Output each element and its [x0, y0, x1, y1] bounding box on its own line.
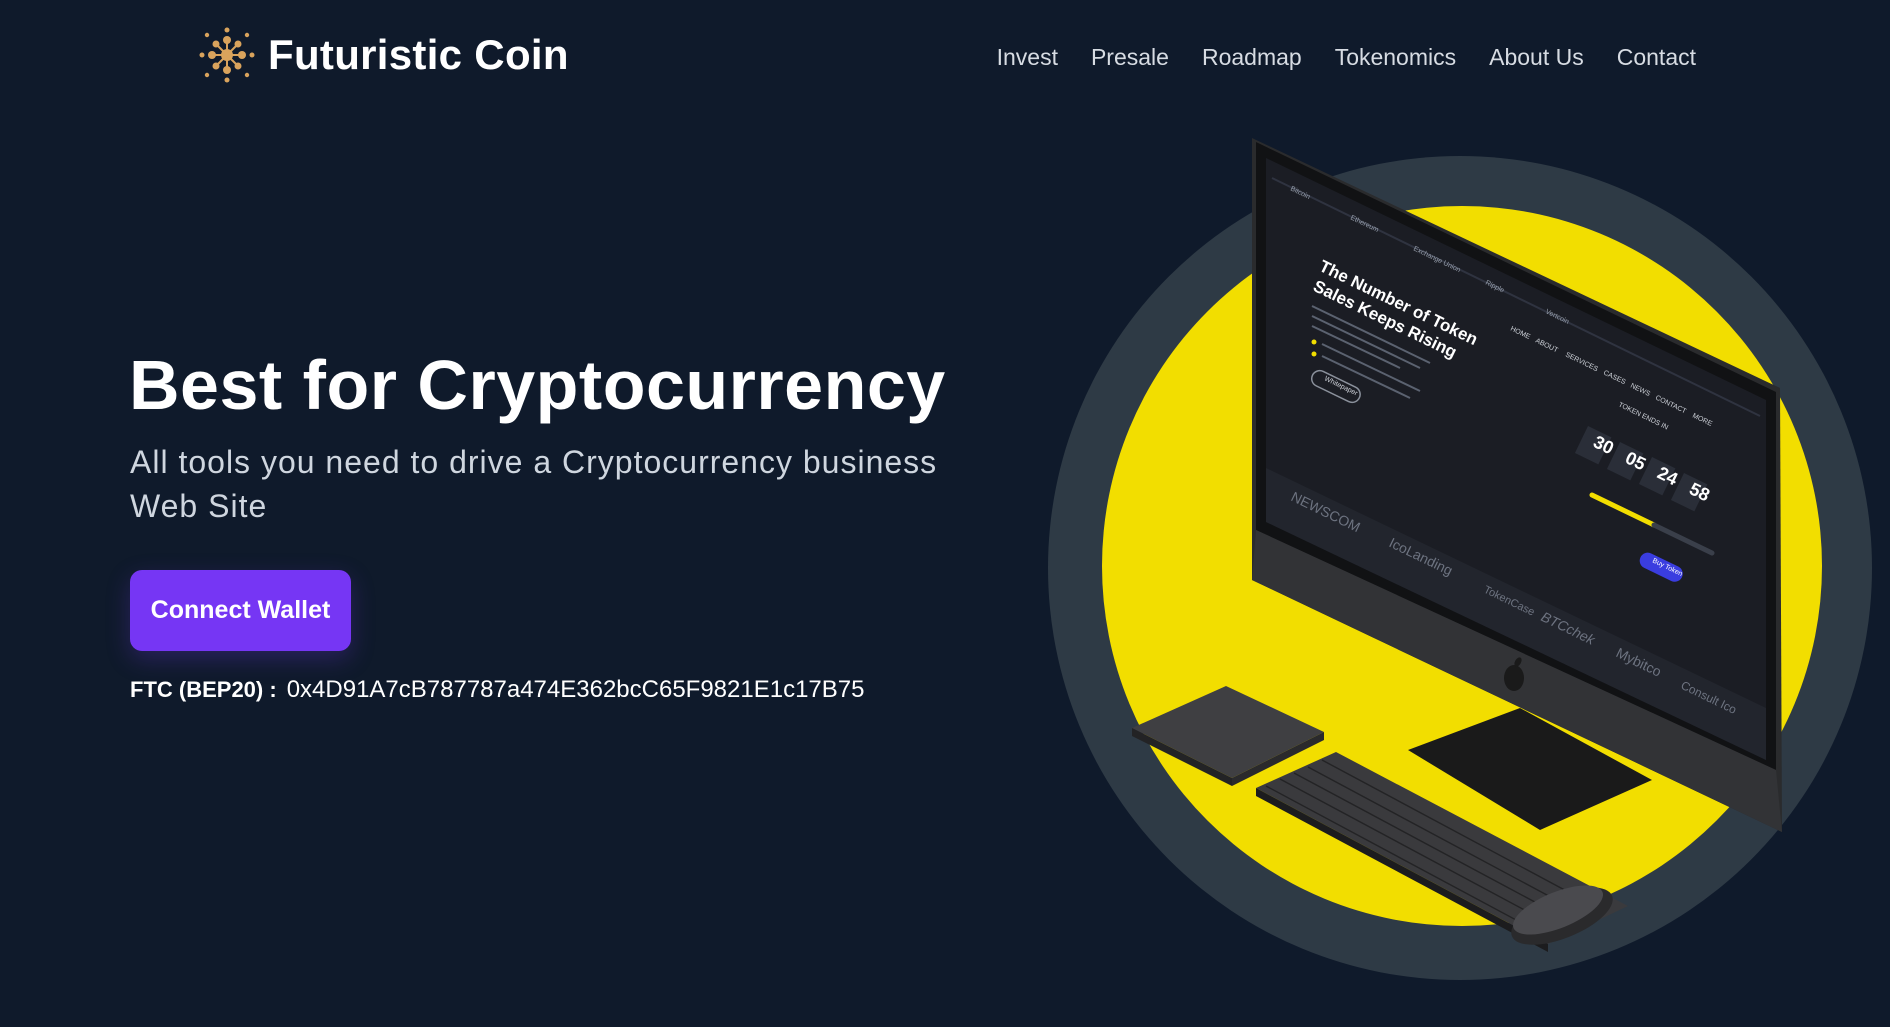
contract-label: FTC (BEP20) :: [130, 677, 277, 702]
contract-info: FTC (BEP20) : 0x4D91A7cB787787a474E362bc…: [130, 676, 864, 704]
contract-address[interactable]: 0x4D91A7cB787787a474E362bcC65F9821E1c17B…: [287, 676, 865, 704]
nav-link-invest[interactable]: Invest: [997, 40, 1058, 74]
coin-burst-logo-icon: [199, 27, 255, 83]
landing-page: Futuristic Coin Invest Presale Roadmap T…: [0, 0, 1890, 1027]
main-nav: Invest Presale Roadmap Tokenomics About …: [964, 40, 1696, 74]
hero-title: Best for Cryptocurrency: [129, 346, 946, 424]
nav-link-presale[interactable]: Presale: [1091, 40, 1169, 74]
nav-link-about-us[interactable]: About Us: [1489, 40, 1584, 74]
computer-setup-illustration: Bitcoin Ethereum Exchange Union Ripple V…: [1048, 138, 1872, 980]
brand-name: Futuristic Coin: [268, 31, 569, 78]
brand[interactable]: Futuristic Coin: [198, 26, 569, 84]
nav-link-roadmap[interactable]: Roadmap: [1202, 40, 1302, 74]
connect-wallet-button[interactable]: Connect Wallet: [130, 570, 351, 651]
hero-illustration: Bitcoin Ethereum Exchange Union Ripple V…: [1040, 130, 1880, 1020]
hero-subtitle: All tools you need to drive a Cryptocurr…: [130, 444, 938, 524]
nav-link-tokenomics[interactable]: Tokenomics: [1335, 40, 1456, 74]
site-header: Futuristic Coin Invest Presale Roadmap T…: [0, 0, 1890, 110]
nav-link-contact[interactable]: Contact: [1617, 40, 1696, 74]
